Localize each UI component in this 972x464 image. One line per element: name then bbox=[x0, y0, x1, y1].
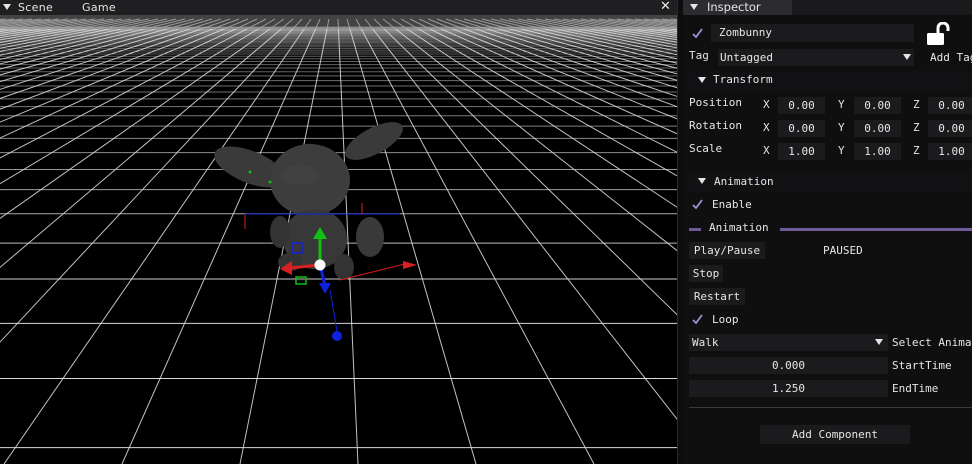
loop-label: Loop bbox=[712, 313, 739, 326]
scale-y-axis: Y bbox=[838, 144, 845, 157]
rotation-x-field[interactable]: 0.00 bbox=[778, 120, 825, 137]
start-time-field[interactable]: 0.000 bbox=[689, 357, 888, 374]
tab-inspector-label: Inspector bbox=[707, 0, 761, 14]
enable-checkbox-icon[interactable] bbox=[692, 199, 703, 210]
object-name-text: Zombunny bbox=[719, 26, 772, 39]
select-animation-label: Select Animation bbox=[892, 336, 972, 349]
position-label: Position bbox=[689, 96, 742, 109]
position-x-field[interactable]: 0.00 bbox=[778, 97, 825, 114]
scene-viewport[interactable] bbox=[0, 15, 677, 464]
tag-label: Tag bbox=[689, 49, 709, 62]
animation-select-value: Walk bbox=[692, 336, 719, 349]
rotation-y-axis: Y bbox=[838, 121, 845, 134]
scale-label: Scale bbox=[689, 142, 723, 155]
tab-game[interactable]: Game bbox=[82, 1, 116, 14]
inspector-tab-bar: Inspector bbox=[683, 0, 972, 15]
scale-y-field[interactable]: 1.00 bbox=[854, 143, 901, 160]
rotation-y-field[interactable]: 0.00 bbox=[854, 120, 901, 137]
inspector-panel: Inspector Zombunny Tag Untagged Add Tag … bbox=[683, 0, 972, 464]
position-y-field[interactable]: 0.00 bbox=[854, 97, 901, 114]
transform-header[interactable]: Transform bbox=[687, 71, 972, 90]
enable-label: Enable bbox=[712, 198, 752, 211]
unlocked-padlock-icon[interactable] bbox=[926, 22, 952, 46]
add-tag-button[interactable]: Add Tag bbox=[930, 51, 972, 64]
collapse-icon bbox=[698, 77, 706, 83]
chevron-down-icon bbox=[903, 54, 911, 60]
scene-tab-bar: Scene Game ✕ bbox=[0, 0, 677, 15]
animation-separator-label: Animation bbox=[709, 221, 769, 234]
animation-header[interactable]: Animation bbox=[687, 172, 972, 191]
chevron-down-icon bbox=[875, 339, 883, 345]
grid-horizon-band bbox=[0, 15, 677, 29]
start-time-label: StartTime bbox=[892, 359, 952, 372]
position-z-axis: Z bbox=[913, 98, 920, 111]
animation-header-label: Animation bbox=[714, 175, 774, 188]
position-y-axis: Y bbox=[838, 98, 845, 111]
tab-scene[interactable]: Scene bbox=[18, 1, 53, 14]
object-name-field[interactable]: Zombunny bbox=[711, 24, 914, 42]
scene-window: Scene Game ✕ bbox=[0, 0, 677, 464]
play-pause-button[interactable]: Play/Pause bbox=[689, 242, 765, 259]
scale-z-axis: Z bbox=[913, 144, 920, 157]
animation-state-text: PAUSED bbox=[823, 244, 863, 257]
end-time-field[interactable]: 1.250 bbox=[689, 380, 888, 397]
active-checkbox-icon[interactable] bbox=[692, 28, 703, 39]
loop-checkbox-icon[interactable] bbox=[692, 314, 703, 325]
position-z-field[interactable]: 0.00 bbox=[928, 97, 972, 114]
divider bbox=[689, 407, 972, 408]
rotation-z-field[interactable]: 0.00 bbox=[928, 120, 972, 137]
position-x-axis: X bbox=[763, 98, 770, 111]
rotation-z-axis: Z bbox=[913, 121, 920, 134]
end-time-label: EndTime bbox=[892, 382, 939, 395]
tab-inspector[interactable]: Inspector bbox=[683, 0, 792, 15]
stop-button[interactable]: Stop bbox=[689, 265, 723, 282]
add-component-button[interactable]: Add Component bbox=[760, 425, 910, 444]
separator-right bbox=[780, 228, 972, 231]
tag-dropdown-value: Untagged bbox=[720, 51, 773, 64]
scale-z-field[interactable]: 1.00 bbox=[928, 143, 972, 160]
rotation-x-axis: X bbox=[763, 121, 770, 134]
transform-header-label: Transform bbox=[713, 73, 773, 86]
rotation-label: Rotation bbox=[689, 119, 742, 132]
animation-select-dropdown[interactable]: Walk bbox=[689, 334, 888, 351]
tag-dropdown[interactable]: Untagged bbox=[718, 49, 914, 66]
collapse-icon bbox=[698, 178, 706, 184]
scene-collapse-icon[interactable] bbox=[3, 4, 11, 10]
scale-x-field[interactable]: 1.00 bbox=[778, 143, 825, 160]
separator-left bbox=[689, 228, 701, 231]
inspector-collapse-icon[interactable] bbox=[690, 4, 698, 10]
restart-button[interactable]: Restart bbox=[689, 288, 745, 305]
scale-x-axis: X bbox=[763, 144, 770, 157]
close-icon[interactable]: ✕ bbox=[660, 0, 671, 14]
